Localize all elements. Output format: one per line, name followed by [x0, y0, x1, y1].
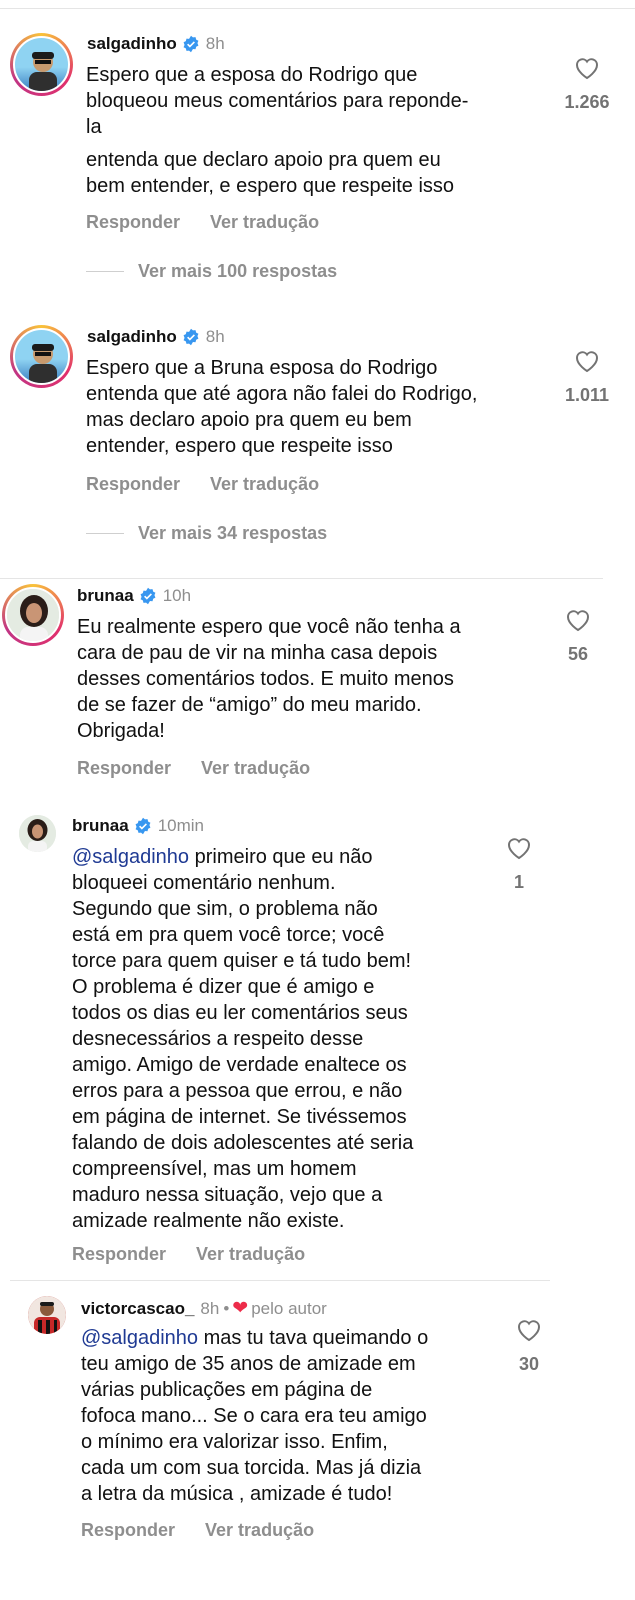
heart-icon	[567, 610, 589, 632]
replies-line	[86, 271, 124, 272]
verified-badge-icon	[183, 328, 199, 346]
reply-button[interactable]: Responder	[81, 1520, 175, 1541]
comment-text: @salgadinho primeiro que eu não bloqueei…	[72, 846, 414, 1232]
avatar[interactable]	[2, 584, 64, 646]
avatar-photo	[29, 344, 57, 383]
like-button[interactable]: 30	[494, 1318, 564, 1375]
verified-badge-icon	[140, 587, 156, 605]
avatar[interactable]	[10, 33, 73, 96]
heart-icon	[576, 58, 598, 80]
reply-button[interactable]: Responder	[86, 474, 180, 495]
like-count: 1	[513, 872, 524, 892]
username[interactable]: salgadinho	[87, 34, 177, 54]
username[interactable]: salgadinho	[87, 327, 177, 347]
translate-button[interactable]: Ver tradução	[205, 1520, 314, 1541]
section-divider	[10, 1280, 550, 1281]
avatar-photo	[28, 1296, 66, 1334]
heart-icon	[576, 351, 598, 373]
avatar-photo	[29, 52, 57, 91]
comment-text: Eu realmente espero que você não tenha a…	[77, 616, 461, 742]
view-more-replies[interactable]: Ver mais 34 respostas	[86, 523, 327, 544]
top-divider	[0, 8, 635, 9]
avatar-photo	[19, 815, 56, 852]
comment-time: 10min	[157, 816, 204, 835]
mention-link[interactable]: @salgadinho	[81, 1327, 198, 1349]
like-button[interactable]: 1.266	[552, 56, 622, 113]
heart-icon	[518, 1320, 540, 1342]
comment-time: 8h	[205, 34, 225, 53]
view-more-replies[interactable]: Ver mais 100 respostas	[86, 261, 337, 282]
translate-button[interactable]: Ver tradução	[210, 212, 319, 233]
verified-badge-icon	[183, 35, 199, 53]
like-count: 1.011	[564, 385, 610, 405]
comment-text: @salgadinho mas tu tava queimando o teu …	[81, 1327, 429, 1505]
section-divider	[0, 578, 603, 579]
reply-button[interactable]: Responder	[72, 1244, 166, 1265]
like-count: 30	[518, 1354, 540, 1374]
reply-button[interactable]: Responder	[77, 758, 171, 779]
heart-icon	[508, 838, 530, 860]
like-count: 56	[567, 644, 589, 664]
verified-badge-icon	[135, 817, 151, 835]
username[interactable]: brunaa	[72, 816, 129, 836]
avatar[interactable]	[28, 1296, 66, 1334]
comment-text: Espero que a esposa do Rodrigo que bloqu…	[86, 64, 469, 197]
reply-button[interactable]: Responder	[86, 212, 180, 233]
like-button[interactable]: 1	[484, 836, 554, 893]
username[interactable]: brunaa	[77, 586, 134, 606]
like-button[interactable]: 1.011	[552, 349, 622, 406]
mention-link[interactable]: @salgadinho	[72, 846, 189, 868]
red-heart-icon: ❤	[232, 1298, 249, 1319]
comment-time: 8h	[200, 1298, 220, 1318]
comment-time: 8h	[205, 327, 225, 346]
translate-button[interactable]: Ver tradução	[201, 758, 310, 779]
comment-time: 10h	[162, 586, 192, 605]
avatar[interactable]	[10, 325, 73, 388]
author-liked-badge: • ❤ pelo autor	[223, 1298, 327, 1319]
username[interactable]: victorcascao_	[81, 1299, 194, 1319]
comment-text: Espero que a Bruna esposa do Rodrigo ent…	[86, 357, 478, 457]
replies-line	[86, 533, 124, 534]
avatar[interactable]	[19, 815, 56, 852]
like-count: 1.266	[564, 92, 610, 112]
translate-button[interactable]: Ver tradução	[210, 474, 319, 495]
like-button[interactable]: 56	[543, 608, 613, 665]
translate-button[interactable]: Ver tradução	[196, 1244, 305, 1265]
avatar-photo	[7, 589, 59, 641]
